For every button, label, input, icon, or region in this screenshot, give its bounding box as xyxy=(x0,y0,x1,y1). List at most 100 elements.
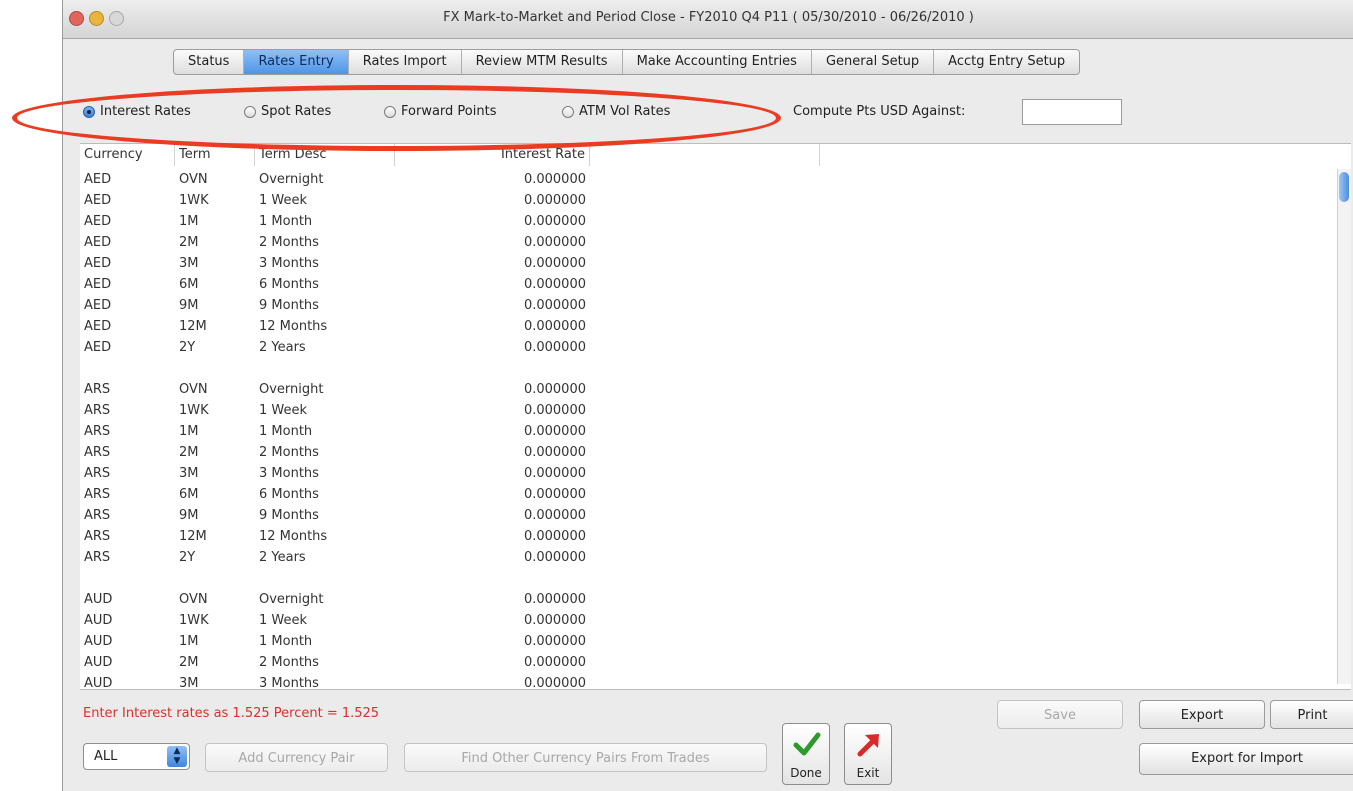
cell-currency: AED xyxy=(84,319,112,334)
table-row[interactable]: AED 1WK 1 Week 0.000000 xyxy=(80,190,840,211)
table-row[interactable]: AED 2M 2 Months 0.000000 xyxy=(80,232,840,253)
cell-interest-rate[interactable]: 0.000000 xyxy=(395,526,590,547)
table-row[interactable]: ARS 1WK 1 Week 0.000000 xyxy=(80,400,840,421)
tab-make-accounting-entries[interactable]: Make Accounting Entries xyxy=(623,50,812,74)
radio-spot-rates[interactable]: Spot Rates xyxy=(244,104,331,119)
table-row[interactable]: AED 12M 12 Months 0.000000 xyxy=(80,316,840,337)
cell-currency: AED xyxy=(84,277,112,292)
column-header-term[interactable]: Term xyxy=(175,144,255,166)
table-row[interactable]: ARS 2M 2 Months 0.000000 xyxy=(80,442,840,463)
cell-term-desc: 3 Months xyxy=(259,256,319,271)
cell-term-desc: 1 Week xyxy=(259,193,308,208)
cell-interest-rate[interactable]: 0.000000 xyxy=(395,337,590,358)
cell-term-desc: 6 Months xyxy=(259,277,319,292)
cell-term: 1M xyxy=(179,214,199,229)
tab-acctg-entry-setup[interactable]: Acctg Entry Setup xyxy=(934,50,1079,74)
table-row[interactable]: ARS 12M 12 Months 0.000000 xyxy=(80,526,840,547)
table-row[interactable]: AED 2Y 2 Years 0.000000 xyxy=(80,337,840,358)
cell-currency: AED xyxy=(84,340,112,355)
table-row[interactable]: AUD 3M 3 Months 0.000000 xyxy=(80,673,840,690)
table-row[interactable]: ARS 6M 6 Months 0.000000 xyxy=(80,484,840,505)
vertical-scrollbar[interactable] xyxy=(1337,169,1351,684)
find-currency-pairs-button[interactable]: Find Other Currency Pairs From Trades xyxy=(404,743,767,772)
cell-interest-rate[interactable]: 0.000000 xyxy=(395,232,590,253)
cell-interest-rate[interactable]: 0.000000 xyxy=(395,547,590,568)
cell-interest-rate[interactable]: 0.000000 xyxy=(395,253,590,274)
cell-interest-rate[interactable]: 0.000000 xyxy=(395,610,590,631)
table-row[interactable]: AED 3M 3 Months 0.000000 xyxy=(80,253,840,274)
cell-term: 6M xyxy=(179,487,199,502)
radio-label: Spot Rates xyxy=(261,104,332,119)
cell-interest-rate[interactable]: 0.000000 xyxy=(395,379,590,400)
cell-term: 1WK xyxy=(179,403,209,418)
cell-term-desc: Overnight xyxy=(259,382,324,397)
table-row[interactable]: ARS 9M 9 Months 0.000000 xyxy=(80,505,840,526)
done-button[interactable]: Done xyxy=(782,723,830,785)
cell-interest-rate[interactable]: 0.000000 xyxy=(395,190,590,211)
column-header-currency[interactable]: Currency xyxy=(80,144,175,166)
cell-term-desc: 1 Week xyxy=(259,403,308,418)
export-button[interactable]: Export xyxy=(1139,700,1265,729)
table-row[interactable]: ARS 3M 3 Months 0.000000 xyxy=(80,463,840,484)
save-button[interactable]: Save xyxy=(997,700,1123,729)
cell-term: 6M xyxy=(179,277,199,292)
cell-interest-rate[interactable]: 0.000000 xyxy=(395,274,590,295)
cell-interest-rate[interactable]: 0.000000 xyxy=(395,316,590,337)
cell-term-desc: 3 Months xyxy=(259,466,319,481)
cell-currency: AUD xyxy=(84,592,113,607)
table-row[interactable]: AED 1M 1 Month 0.000000 xyxy=(80,211,840,232)
cell-interest-rate[interactable]: 0.000000 xyxy=(395,673,590,689)
radio-atm-vol-rates[interactable]: ATM Vol Rates xyxy=(562,104,670,119)
cell-interest-rate[interactable]: 0.000000 xyxy=(395,463,590,484)
currency-filter-select[interactable]: ALL ▲ ▼ xyxy=(83,743,190,770)
cell-interest-rate[interactable]: 0.000000 xyxy=(395,421,590,442)
add-currency-pair-button[interactable]: Add Currency Pair xyxy=(205,743,388,772)
export-for-import-button[interactable]: Export for Import xyxy=(1139,743,1353,775)
table-row[interactable]: ARS OVN Overnight 0.000000 xyxy=(80,379,840,400)
done-label: Done xyxy=(790,766,822,780)
print-button[interactable]: Print xyxy=(1270,700,1353,729)
radio-interest-rates[interactable]: Interest Rates xyxy=(83,104,191,119)
table-row[interactable]: ARS 2Y 2 Years 0.000000 xyxy=(80,547,840,568)
table-row[interactable]: ARS 1M 1 Month 0.000000 xyxy=(80,421,840,442)
radio-unselected-icon xyxy=(384,105,396,118)
cell-term: 2Y xyxy=(179,550,196,565)
cell-interest-rate[interactable]: 0.000000 xyxy=(395,400,590,421)
cell-term: 12M xyxy=(179,319,207,334)
exit-button[interactable]: Exit xyxy=(844,723,892,785)
table-row[interactable]: AUD OVN Overnight 0.000000 xyxy=(80,589,840,610)
cell-currency: AED xyxy=(84,214,112,229)
radio-label: ATM Vol Rates xyxy=(579,104,671,119)
cell-interest-rate[interactable]: 0.000000 xyxy=(395,295,590,316)
table-row[interactable]: AUD 1WK 1 Week 0.000000 xyxy=(80,610,840,631)
tab-rates-import[interactable]: Rates Import xyxy=(349,50,462,74)
cell-term-desc: 2 Months xyxy=(259,655,319,670)
tab-rates-entry[interactable]: Rates Entry xyxy=(244,50,349,74)
scrollbar-thumb[interactable] xyxy=(1339,172,1349,202)
compute-pts-input[interactable] xyxy=(1022,99,1122,125)
tab-status[interactable]: Status xyxy=(174,50,245,74)
cell-interest-rate[interactable]: 0.000000 xyxy=(395,505,590,526)
column-header-term-desc[interactable]: Term Desc xyxy=(255,144,395,166)
cell-term-desc: 3 Months xyxy=(259,676,319,690)
radio-forward-points[interactable]: Forward Points xyxy=(384,104,496,119)
cell-interest-rate[interactable]: 0.000000 xyxy=(395,589,590,610)
cell-interest-rate[interactable]: 0.000000 xyxy=(395,484,590,505)
radio-unselected-icon xyxy=(244,105,256,118)
cell-interest-rate[interactable]: 0.000000 xyxy=(395,652,590,673)
cell-interest-rate[interactable]: 0.000000 xyxy=(395,631,590,652)
cell-interest-rate[interactable]: 0.000000 xyxy=(395,211,590,232)
cell-currency: ARS xyxy=(84,445,111,460)
tab-review-mtm-results[interactable]: Review MTM Results xyxy=(462,50,623,74)
table-row[interactable]: AED 9M 9 Months 0.000000 xyxy=(80,295,840,316)
cell-term-desc: 2 Years xyxy=(259,340,306,355)
table-row[interactable]: AED OVN Overnight 0.000000 xyxy=(80,169,840,190)
cell-interest-rate[interactable]: 0.000000 xyxy=(395,169,590,190)
tab-general-setup[interactable]: General Setup xyxy=(812,50,935,74)
table-row[interactable]: AUD 1M 1 Month 0.000000 xyxy=(80,631,840,652)
cell-interest-rate[interactable]: 0.000000 xyxy=(395,442,590,463)
cell-term: 1WK xyxy=(179,193,209,208)
column-header-interest-rate[interactable]: Interest Rate xyxy=(395,144,590,166)
table-row[interactable]: AUD 2M 2 Months 0.000000 xyxy=(80,652,840,673)
table-row[interactable]: AED 6M 6 Months 0.000000 xyxy=(80,274,840,295)
